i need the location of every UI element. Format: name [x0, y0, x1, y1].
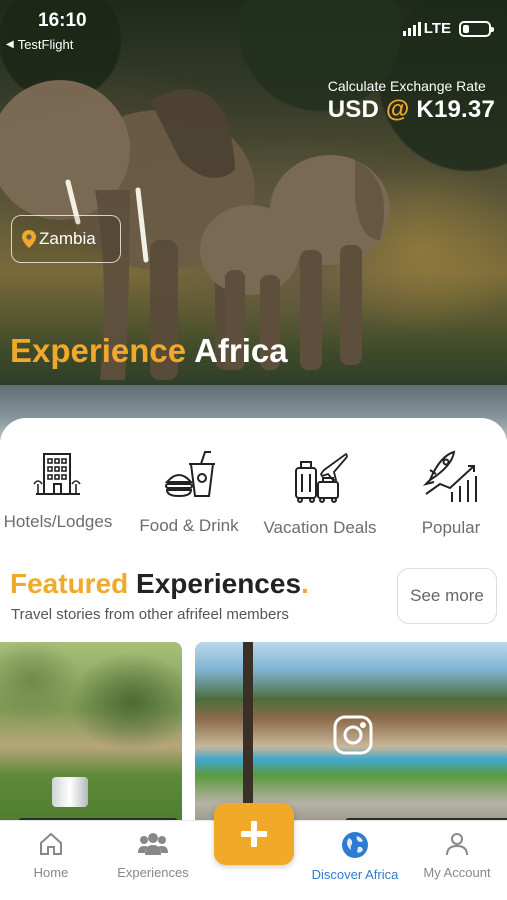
- featured-title-highlight: Featured: [10, 568, 129, 599]
- hero-title-rest: Africa: [194, 332, 288, 369]
- category-label: Hotels/Lodges: [3, 512, 113, 531]
- status-bar: 16:10 ◀ TestFlight LTE: [0, 8, 507, 54]
- category-row: Hotels/Lodges Food & Drink Vacation Deal…: [0, 450, 507, 540]
- exchange-at: @: [385, 96, 410, 123]
- instagram-icon[interactable]: [332, 714, 374, 756]
- back-to-app-link[interactable]: ◀ TestFlight: [6, 37, 73, 52]
- location-selector[interactable]: Zambia: [11, 215, 121, 263]
- network-label: LTE: [423, 20, 451, 37]
- featured-subtitle: Travel stories from other afrifeel membe…: [11, 606, 289, 623]
- back-app-label: TestFlight: [17, 37, 74, 52]
- category-vacation-deals[interactable]: Vacation Deals: [257, 450, 383, 538]
- tab-label: Discover Africa: [311, 867, 399, 882]
- see-more-button[interactable]: See more: [397, 568, 497, 624]
- tab-my-account[interactable]: My Account: [418, 831, 496, 880]
- people-icon: [138, 833, 168, 855]
- hero-title-highlight: Experience: [10, 332, 187, 369]
- back-arrow-icon: ◀: [6, 39, 14, 50]
- category-label: Popular: [421, 518, 481, 537]
- exchange-rate-label: Calculate Exchange Rate: [327, 78, 486, 94]
- status-time: 16:10: [38, 10, 87, 31]
- category-label: Food & Drink: [139, 516, 239, 535]
- signal-icon: [403, 22, 421, 36]
- hero-title: Experience Africa: [10, 332, 288, 370]
- tab-experiences[interactable]: Experiences: [110, 831, 196, 880]
- exchange-currency: USD: [327, 96, 380, 123]
- category-food-drink[interactable]: Food & Drink: [133, 450, 245, 536]
- food-drink-icon: [164, 451, 215, 498]
- plus-icon: [241, 821, 267, 847]
- map-pin-icon: [22, 230, 36, 248]
- rocket-chart-icon: [422, 450, 477, 502]
- hotel-icon: [33, 453, 81, 495]
- luggage-plane-icon: [295, 452, 348, 503]
- hero-banner: 16:10 ◀ TestFlight LTE Calculate Exchang…: [0, 0, 507, 440]
- add-experience-button[interactable]: [214, 803, 294, 865]
- tab-discover-africa[interactable]: Discover Africa: [303, 831, 407, 882]
- battery-icon: [459, 21, 494, 37]
- tab-label: Home: [33, 865, 69, 880]
- featured-title: Featured Experiences.: [10, 568, 309, 600]
- user-icon: [446, 833, 468, 856]
- category-popular[interactable]: Popular: [413, 450, 489, 538]
- exchange-rate-widget[interactable]: Calculate Exchange Rate USD @ K19.37: [328, 78, 495, 124]
- bottom-tab-bar: Home Experiences Discover Africa My Acco…: [0, 803, 507, 900]
- category-hotels[interactable]: Hotels/Lodges: [0, 450, 120, 532]
- home-icon: [40, 832, 62, 855]
- category-label: Vacation Deals: [263, 518, 377, 537]
- globe-icon: [342, 832, 368, 858]
- experience-card[interactable]: [0, 642, 182, 832]
- tab-label: My Account: [423, 865, 491, 880]
- exchange-rate-value: USD @ K19.37: [328, 96, 495, 124]
- tab-label: Experiences: [117, 865, 189, 880]
- exchange-value: K19.37: [416, 96, 495, 123]
- location-name: Zambia: [39, 229, 96, 248]
- featured-title-dot: .: [301, 568, 309, 599]
- card-image-object: [52, 777, 88, 807]
- tab-home[interactable]: Home: [22, 831, 80, 880]
- featured-title-rest: Experiences: [136, 568, 302, 599]
